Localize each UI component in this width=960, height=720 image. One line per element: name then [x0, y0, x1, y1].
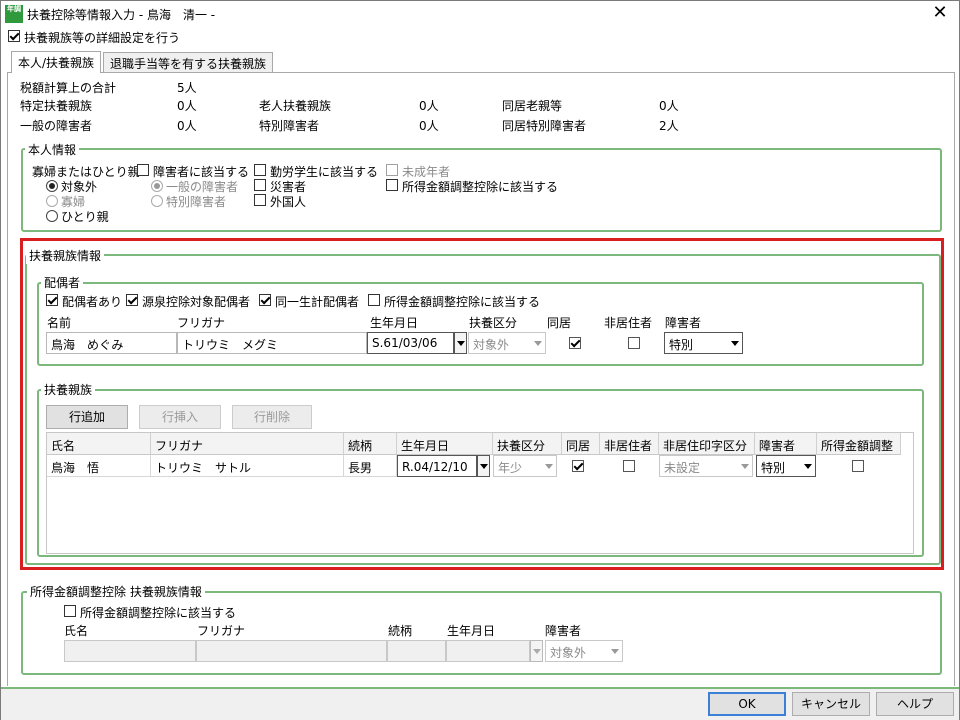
help-button[interactable]: ヘルプ	[876, 692, 954, 716]
income-adjust-header-name: 氏名	[64, 624, 89, 638]
close-icon[interactable]: ✕	[929, 3, 951, 23]
foreigner-checkbox[interactable]	[254, 194, 266, 206]
summary-specific-value: 0人	[177, 99, 197, 113]
income-adjust-header-disability: 障害者	[545, 624, 582, 638]
income-adjust-birth-field[interactable]	[446, 640, 530, 662]
summary-tax-total-value: 5人	[177, 81, 197, 95]
summary-cohabit-special-label: 同居特別障害者	[502, 119, 587, 133]
income-adjust-header-birth: 生年月日	[447, 624, 496, 638]
self-income-adjust-checkbox[interactable]	[386, 179, 398, 191]
income-adjust-relation-field[interactable]	[387, 640, 446, 662]
detail-setting-checkbox[interactable]	[8, 30, 20, 42]
summary-tax-total-label: 税額計算上の合計	[20, 81, 117, 95]
student-checkbox[interactable]	[254, 164, 266, 176]
disabled-option-special: 特別障害者	[166, 195, 227, 209]
chevron-down-icon	[533, 649, 541, 654]
income-adjust-header-relation: 続柄	[388, 624, 413, 638]
income-adjust-furigana-field[interactable]	[196, 640, 387, 662]
summary-special-disabled-value: 0人	[419, 119, 439, 133]
disabled-radio-special[interactable]	[151, 195, 163, 207]
widow-option-single-parent: ひとり親	[61, 210, 109, 224]
summary-elderly-value: 0人	[419, 99, 439, 113]
disaster-checkbox[interactable]	[254, 179, 266, 191]
window-title: 扶養控除等情報入力 - 鳥海 清一 -	[27, 8, 216, 22]
detail-setting-label: 扶養親族等の詳細設定を行う	[24, 31, 181, 45]
app-icon: 年調	[5, 5, 23, 23]
widow-radio-widow[interactable]	[46, 195, 58, 207]
income-adjust-title: 所得金額調整控除 扶養親族情報	[27, 583, 205, 600]
self-income-adjust-label: 所得金額調整控除に該当する	[402, 180, 559, 194]
widow-radio-none[interactable]	[46, 180, 58, 192]
summary-elderly-label: 老人扶養親族	[259, 99, 332, 113]
disabled-checkbox[interactable]	[137, 164, 149, 176]
income-adjust-disability-dropdown[interactable]: 対象外	[545, 640, 623, 662]
summary-special-disabled-label: 特別障害者	[259, 119, 320, 133]
income-adjust-applies-label: 所得金額調整控除に該当する	[80, 606, 237, 620]
dialog-window: 年調 扶養控除等情報入力 - 鳥海 清一 - ✕ 扶養親族等の詳細設定を行う 本…	[0, 0, 960, 720]
income-adjust-header-furigana: フリガナ	[197, 624, 246, 638]
income-adjust-disability-value: 対象外	[550, 646, 587, 660]
tab-retirement-dependents[interactable]: 退職手当等を有する扶養親族	[103, 52, 274, 72]
summary-cohabit-special-value: 2人	[659, 119, 679, 133]
chevron-down-icon	[611, 649, 619, 654]
summary-general-disabled-value: 0人	[177, 119, 197, 133]
income-adjust-birth-picker[interactable]	[530, 640, 543, 662]
ok-button[interactable]: OK	[708, 692, 786, 716]
summary-specific-label: 特定扶養親族	[20, 99, 93, 113]
summary-general-disabled-label: 一般の障害者	[20, 119, 93, 133]
summary-cohabit-elderly-value: 0人	[659, 99, 679, 113]
summary-cohabit-elderly-label: 同居老親等	[502, 99, 563, 113]
cancel-button[interactable]: キャンセル	[792, 692, 870, 716]
widow-radio-single-parent[interactable]	[46, 210, 58, 222]
income-adjust-name-field[interactable]	[64, 640, 196, 662]
self-info-title: 本人情報	[25, 141, 80, 158]
foreigner-label: 外国人	[270, 195, 307, 209]
highlight-frame	[20, 238, 944, 570]
disabled-radio-general[interactable]	[151, 180, 163, 192]
income-adjust-applies-checkbox[interactable]	[64, 605, 76, 617]
minor-checkbox[interactable]	[386, 164, 398, 176]
title-bar: 年調 扶養控除等情報入力 - 鳥海 清一 - ✕	[1, 1, 959, 27]
tab-self-dependents[interactable]: 本人/扶養親族	[11, 51, 102, 73]
